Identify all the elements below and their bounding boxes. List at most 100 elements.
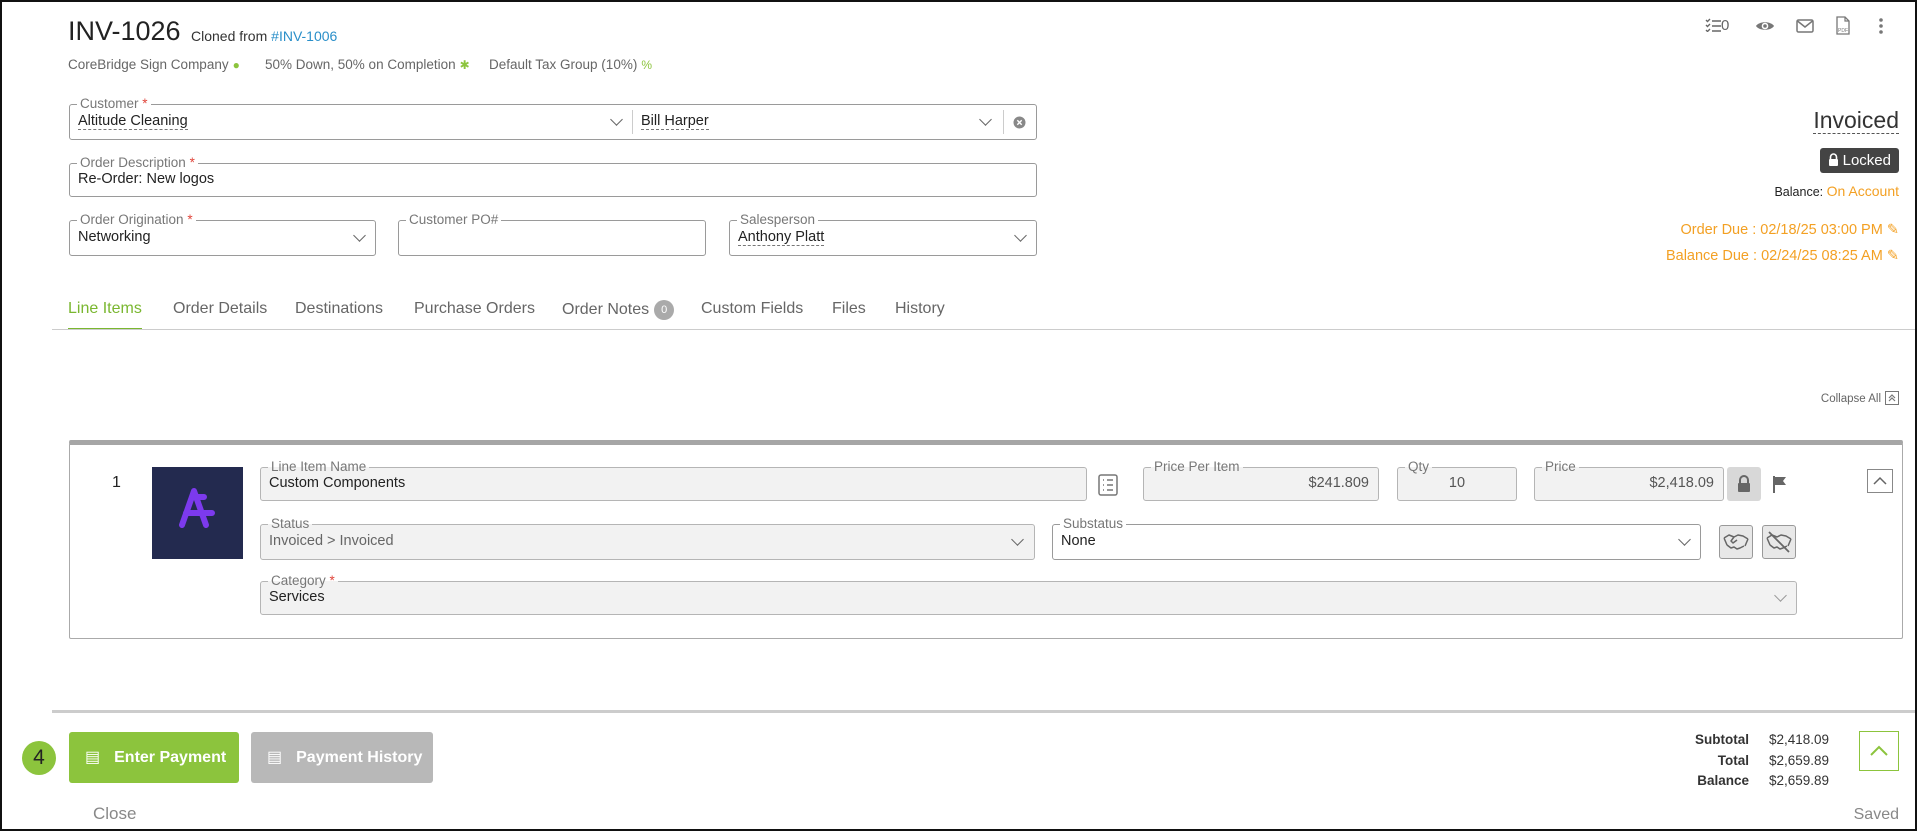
chevron-up-icon — [1870, 745, 1888, 756]
asterisk-icon[interactable]: ✱ — [460, 58, 470, 72]
money-stack-icon: ▤ — [85, 749, 101, 766]
order-status[interactable]: Invoiced — [1813, 107, 1899, 134]
tax-group: Default Tax Group (10%)% — [489, 57, 652, 72]
balance-total-value: $2,659.89 — [1768, 773, 1829, 788]
category-select[interactable]: Category * Services — [260, 573, 1797, 615]
contact-value: Bill Harper — [641, 113, 709, 130]
price-value: $2,418.09 — [1649, 475, 1714, 491]
salesperson-select[interactable]: Salesperson Anthony Platt — [729, 212, 1037, 256]
category-label: Category * — [268, 573, 338, 589]
lock-icon — [1738, 475, 1750, 492]
enter-payment-button[interactable]: ▤ Enter Payment — [69, 732, 239, 783]
substatus-label: Substatus — [1060, 516, 1127, 532]
category-value: Services — [269, 589, 325, 605]
collapse-line-item-button[interactable] — [1867, 469, 1893, 493]
customer-select[interactable]: Altitude Cleaning — [70, 105, 632, 139]
email-icon[interactable] — [1796, 19, 1814, 33]
more-options-icon[interactable] — [1878, 17, 1884, 35]
balance-value[interactable]: On Account — [1827, 183, 1899, 199]
handshake-button[interactable] — [1719, 525, 1753, 559]
line-item-thumbnail[interactable] — [152, 467, 243, 559]
clear-contact-icon[interactable] — [1013, 116, 1026, 129]
tab-divider — [52, 329, 1915, 330]
tab-history[interactable]: History — [895, 300, 945, 328]
step-badge: 4 — [22, 741, 56, 775]
checklist-button[interactable]: 0 — [1705, 17, 1729, 34]
tab-order-details[interactable]: Order Details — [173, 300, 267, 328]
enter-payment-label: Enter Payment — [114, 749, 227, 766]
total-row: Total $2,659.89 — [1669, 753, 1829, 774]
total-value: $2,659.89 — [1768, 752, 1829, 768]
salesperson-value: Anthony Platt — [738, 229, 825, 246]
order-origination-select[interactable]: Order Origination * Networking — [69, 212, 376, 256]
customer-po-input[interactable]: Customer PO# — [398, 212, 706, 256]
substatus-value: None — [1061, 533, 1096, 549]
cloned-from-link[interactable]: #INV-1006 — [271, 28, 337, 44]
price-per-item-field[interactable]: Price Per Item $241.809 — [1143, 459, 1379, 501]
flag-icon[interactable] — [1772, 475, 1788, 493]
subtotal-label: Subtotal — [1695, 732, 1749, 747]
substatus-select[interactable]: Substatus None — [1052, 516, 1701, 560]
brand-logo-icon — [179, 488, 215, 528]
price-per-item-label: Price Per Item — [1151, 459, 1243, 475]
price-field[interactable]: Price $2,418.09 — [1534, 459, 1724, 501]
balance-due[interactable]: Balance Due : 02/24/25 08:25 AM ✎ — [1666, 248, 1899, 264]
pencil-icon: ✎ — [1886, 222, 1899, 238]
status-label: Status — [268, 516, 313, 532]
order-origination-label: Order Origination * — [77, 212, 196, 228]
tab-line-items[interactable]: Line Items — [68, 300, 142, 330]
contact-select[interactable]: Bill Harper — [633, 105, 1003, 139]
eye-icon[interactable] — [1755, 19, 1775, 33]
page-title: INV-1026 — [68, 16, 181, 46]
chevron-down-icon — [353, 229, 366, 242]
order-due-text: Order Due : 02/18/25 03:00 PM — [1680, 222, 1883, 238]
tab-custom-fields[interactable]: Custom Fields — [701, 300, 803, 328]
balance-total-row: Balance $2,659.89 — [1669, 773, 1829, 794]
payment-history-button[interactable]: ▤ Payment History — [251, 732, 433, 783]
order-description-label: Order Description * — [77, 155, 198, 171]
saved-status: Saved — [1853, 806, 1899, 823]
handshake-slash-button[interactable] — [1762, 525, 1796, 559]
order-origination-value: Networking — [78, 229, 151, 245]
order-description-field[interactable]: Order Description * Re-Order: New logos — [69, 155, 1037, 197]
pdf-icon[interactable]: PDF — [1835, 16, 1851, 35]
qty-field[interactable]: Qty 10 — [1397, 459, 1517, 501]
balance-row: Balance: On Account — [1774, 183, 1899, 199]
percent-icon[interactable]: % — [641, 58, 652, 72]
order-due[interactable]: Order Due : 02/18/25 03:00 PM ✎ — [1680, 222, 1899, 238]
tab-destinations[interactable]: Destinations — [295, 300, 383, 328]
tab-files[interactable]: Files — [832, 300, 866, 328]
price-lock-button[interactable] — [1727, 467, 1761, 501]
qty-value: 10 — [1448, 475, 1466, 491]
divider — [1003, 110, 1004, 134]
locked-label: Locked — [1842, 152, 1891, 169]
tab-order-notes[interactable]: Order Notes 0 — [562, 300, 675, 330]
company-name: CoreBridge Sign Company — [68, 57, 229, 72]
tab-order-notes-label: Order Notes — [562, 301, 650, 318]
payment-terms: 50% Down, 50% on Completion ✱ — [265, 57, 470, 72]
customer-po-label: Customer PO# — [406, 212, 502, 228]
collapse-all-button[interactable]: Collapse All — [1821, 391, 1899, 405]
chevron-down-icon — [610, 113, 623, 126]
balance-label: Balance: — [1774, 185, 1824, 199]
checklist-icon — [1705, 18, 1721, 33]
subtotal-value: $2,418.09 — [1768, 732, 1829, 747]
balance-due-text: Balance Due : 02/24/25 08:25 AM — [1665, 248, 1883, 264]
double-chevron-up-icon — [1885, 391, 1899, 405]
totals-panel: Subtotal $2,418.09 Total $2,659.89 Balance… — [1669, 732, 1829, 794]
footer-divider — [52, 710, 1915, 713]
list-details-icon[interactable] — [1098, 474, 1118, 496]
status-value: Invoiced > Invoiced — [269, 533, 394, 549]
price-label: Price — [1542, 459, 1579, 475]
chevron-down-icon — [1011, 533, 1024, 546]
expand-footer-button[interactable] — [1859, 731, 1899, 771]
status-select[interactable]: Status Invoiced > Invoiced — [260, 516, 1035, 560]
line-item-name-field[interactable]: Line Item Name Custom Components — [260, 459, 1087, 501]
line-item-name-label: Line Item Name — [268, 459, 370, 475]
tab-purchase-orders[interactable]: Purchase Orders — [414, 300, 535, 328]
locked-badge[interactable]: Locked — [1819, 148, 1899, 173]
close-button[interactable]: Close — [93, 804, 136, 824]
location-pin-icon[interactable]: ● — [233, 58, 240, 72]
tax-group-label: Default Tax Group (10%) — [489, 57, 638, 72]
order-window: INV-1026 Cloned from #INV-1006 CoreBridg… — [0, 0, 1917, 831]
